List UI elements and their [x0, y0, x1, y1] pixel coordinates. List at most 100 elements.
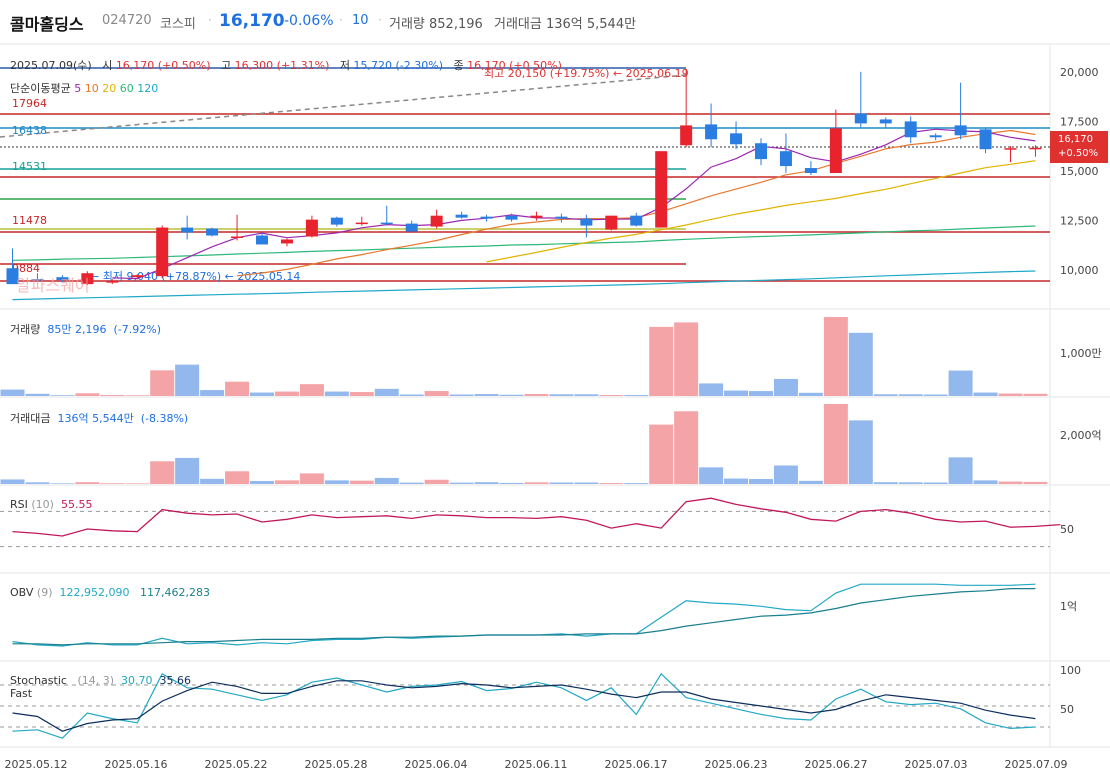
ma10-line: [236, 129, 1036, 277]
ma-label: 단순이동평균: [10, 82, 71, 95]
volume-bar: [399, 394, 424, 396]
amount-bar: [225, 471, 250, 484]
amount-bar: [699, 467, 724, 484]
rsi-param: (10): [31, 498, 54, 511]
candle: [305, 219, 318, 237]
amount-pct: (-8.38%): [140, 412, 189, 425]
volume-title: 거래량: [10, 323, 41, 336]
amount-bar: [923, 482, 948, 484]
amount-bar: [1023, 481, 1048, 484]
x-axis-date: 2025.06.04: [405, 758, 468, 771]
candle: [530, 215, 543, 218]
amount-bar: [299, 473, 324, 484]
price-axis-tick: 17,500: [1060, 115, 1099, 128]
amount-bar: [374, 477, 399, 484]
candle: [430, 215, 443, 227]
stoch-fast-label: Fast: [10, 687, 33, 700]
rsi-panel-label: RSI (10) 55.55: [10, 498, 92, 511]
level-label: 16438: [12, 124, 47, 137]
amount-bar: [449, 482, 474, 484]
candle: [106, 281, 119, 283]
amount-bar: [599, 483, 624, 484]
price-axis-tick: 10,000: [1060, 264, 1099, 277]
volume-bar: [474, 394, 499, 396]
volume-bar: [998, 393, 1023, 396]
candle: [156, 227, 169, 277]
stock-chart[interactable]: 20,000 17,500 15,000 12,500 10,000 17964 16438…: [0, 0, 1110, 778]
candle: [829, 128, 842, 174]
obv-value2: 117,462,283: [139, 586, 210, 599]
high-label: 고: [221, 59, 232, 72]
candle: [954, 125, 967, 136]
stoch-axis-tick: 50: [1060, 703, 1074, 716]
amount-bar: [724, 478, 749, 484]
stoch-value1: 30.70: [121, 674, 153, 687]
obv-title: OBV: [10, 586, 34, 599]
x-axis-date: 2025.06.27: [805, 758, 868, 771]
volume-bar: [374, 388, 399, 396]
x-axis-date: 2025.06.11: [505, 758, 568, 771]
amount-bar: [524, 482, 549, 484]
amount-bar: [848, 420, 873, 484]
stoch-panel-label: Stochastic (14, 3) 30.70 35.66 Fast: [10, 674, 191, 700]
volume-bar: [948, 370, 973, 396]
volume-bar: [100, 395, 125, 396]
volume-bar: [0, 389, 25, 396]
volume-bar: [225, 381, 250, 396]
candle: [804, 168, 817, 174]
candle: [1004, 148, 1017, 150]
ma10-label: 10: [84, 82, 99, 95]
candle: [680, 125, 693, 146]
amount-bar: [0, 479, 25, 484]
ohlc-legend: 2025.07.09(수) 시 16,170 (+0.50%) 고 16,300…: [10, 57, 562, 73]
candle: [929, 135, 942, 138]
volume-bar: [299, 384, 324, 396]
x-axis-date: 2025.07.09: [1005, 758, 1068, 771]
obv-param: (9): [36, 586, 53, 599]
volume-bar: [424, 391, 449, 396]
amount-bar: [649, 424, 674, 484]
volume-bar: [150, 370, 175, 396]
amount-bar: [474, 482, 499, 484]
ohlc-date: 2025.07.09(수): [10, 59, 92, 72]
candle: [879, 119, 892, 124]
volume-bar: [749, 391, 773, 396]
ma20-line: [486, 160, 1036, 263]
amount-bar: [324, 480, 349, 484]
candle: [380, 222, 393, 225]
watermark: 알파스퀘어: [16, 276, 90, 295]
volume-bar: [624, 395, 649, 396]
high-value: 16,300 (+1.31%): [234, 59, 330, 72]
volume-bar: [524, 394, 549, 396]
amount-bar: [25, 482, 50, 484]
amount-bar: [873, 482, 898, 484]
rsi-title: RSI: [10, 498, 28, 511]
x-axis-date: 2025.05.22: [205, 758, 268, 771]
ma-legend[interactable]: 단순이동평균 5 10 20 60 120: [10, 80, 158, 96]
amount-bar: [898, 482, 923, 484]
candle: [555, 216, 568, 219]
candle: [405, 223, 418, 232]
level-label: 14531: [12, 160, 47, 173]
amount-bar: [424, 479, 449, 484]
amount-bar: [50, 483, 75, 484]
candle: [206, 228, 219, 236]
candle: [730, 133, 743, 145]
level-label: 17964: [12, 97, 47, 110]
candle: [979, 129, 992, 150]
volume-bar: [25, 393, 50, 396]
volume-bar: [125, 395, 150, 396]
volume-bar: [599, 395, 624, 396]
amount-bar: [399, 482, 424, 484]
badge-price: 16,170: [1058, 134, 1093, 145]
amount-bar: [549, 482, 574, 484]
candle: [705, 124, 718, 140]
volume-bar: [50, 395, 75, 396]
volume-bar: [973, 392, 998, 396]
volume-bar: [724, 390, 749, 396]
volume-bar: [200, 390, 225, 396]
amount-bar: [499, 482, 524, 484]
candle: [779, 151, 792, 167]
ma5-line: [112, 128, 1036, 280]
price-axis-tick: 20,000: [1060, 66, 1099, 79]
